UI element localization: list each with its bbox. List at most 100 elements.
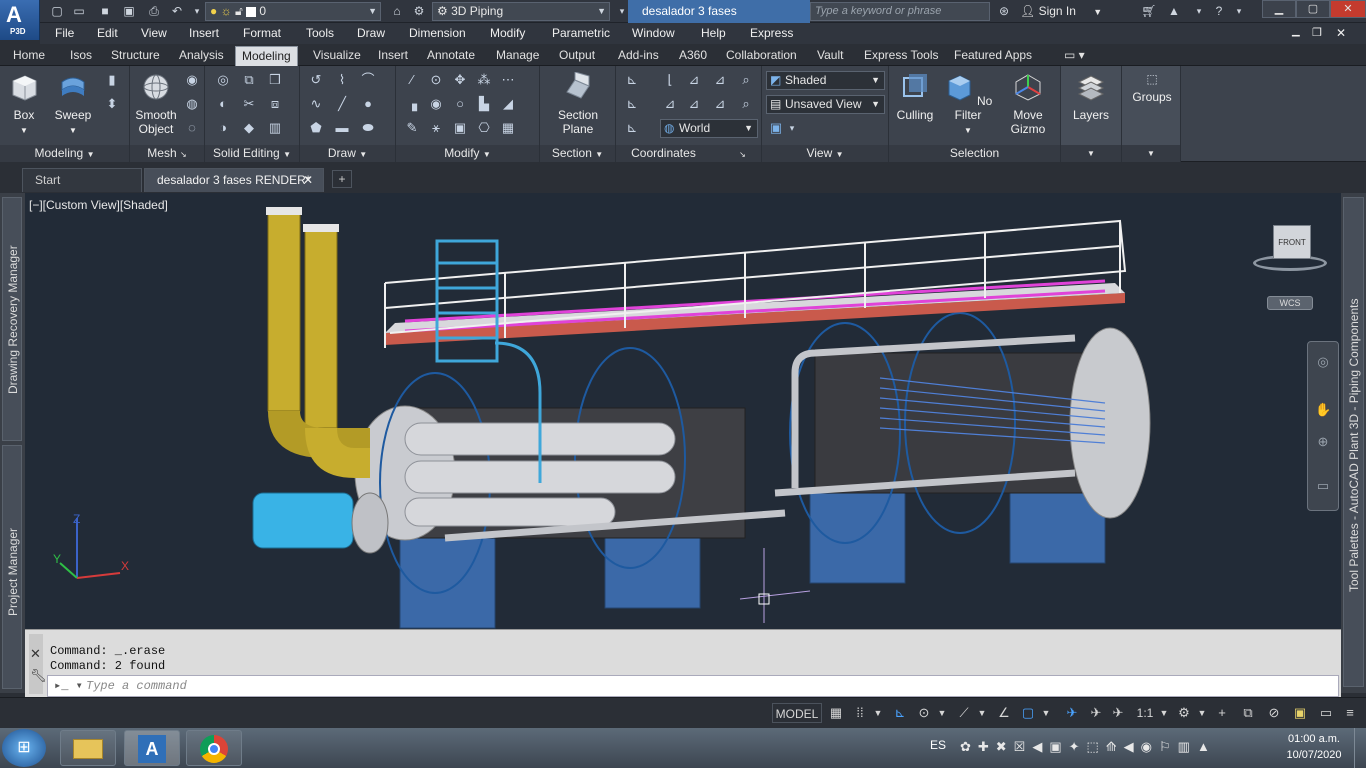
panel-title-section[interactable]: Section ▼: [540, 145, 615, 162]
spline-icon[interactable]: ∿: [308, 96, 324, 112]
layers-button[interactable]: Layers: [1065, 72, 1117, 122]
tab-visualize[interactable]: Visualize: [307, 46, 367, 66]
doc-restore-icon[interactable]: ❐: [1312, 26, 1322, 39]
command-prompt-icon[interactable]: ▸_ ▾: [54, 676, 83, 696]
steering-wheel-icon[interactable]: ◎: [1315, 354, 1331, 370]
command-input[interactable]: ▸_ ▾ Type a command: [47, 675, 1339, 697]
tab-annotate[interactable]: Annotate: [421, 46, 481, 66]
taskbar-plant3d[interactable]: A: [124, 730, 180, 766]
line-icon[interactable]: ╱: [334, 96, 350, 112]
polar-tracking-icon[interactable]: ⊙: [914, 703, 934, 723]
plot-icon[interactable]: ⎙: [145, 3, 163, 19]
tab-vault[interactable]: Vault: [811, 46, 849, 66]
intersect-icon[interactable]: ◑: [215, 120, 231, 136]
menu-tools[interactable]: Tools: [306, 26, 334, 40]
helix-icon[interactable]: ⌇: [334, 72, 350, 88]
project-manager-tab[interactable]: Project Manager: [2, 445, 22, 689]
tab-collaboration[interactable]: Collaboration: [720, 46, 803, 66]
ucs-3point-icon[interactable]: ⊿: [712, 72, 728, 88]
annotation-scale-icon[interactable]: ✈: [1108, 703, 1128, 723]
groups-button[interactable]: ⬚ Groups: [1124, 72, 1180, 104]
sign-in-button[interactable]: 👤︎ Sign In ▼: [1020, 4, 1102, 18]
ucs-icon[interactable]: ⊾: [624, 72, 640, 88]
workspace-switch-icon[interactable]: ⚙: [1174, 703, 1194, 723]
grid-icon[interactable]: ▦: [826, 703, 846, 723]
ribbon-toggle-icon[interactable]: ▭ ▾: [1058, 46, 1091, 66]
chevron-down-icon[interactable]: ▼: [1040, 703, 1052, 723]
section-plane-button[interactable]: Section Plane: [550, 71, 606, 136]
save-as-icon[interactable]: ▣: [120, 3, 138, 19]
start-button[interactable]: ⊞: [2, 729, 46, 767]
ucs-x-icon[interactable]: ⊿: [686, 72, 702, 88]
panel-expand-layers[interactable]: ▼: [1061, 145, 1121, 162]
help-icon[interactable]: ?: [1210, 3, 1228, 19]
subtract-icon[interactable]: ◐: [215, 96, 231, 112]
culling-button[interactable]: Culling: [891, 72, 939, 122]
menu-parametric[interactable]: Parametric: [552, 26, 610, 40]
drawing-recovery-manager-tab[interactable]: Drawing Recovery Manager: [2, 197, 22, 441]
sweep-button[interactable]: Sweep ▼: [50, 72, 96, 138]
rotate-icon[interactable]: ◉: [428, 96, 444, 112]
tool-palettes-tab[interactable]: Tool Palettes - AutoCAD Plant 3D - Pipin…: [1343, 197, 1364, 687]
thicken-icon[interactable]: ◆: [241, 120, 257, 136]
show-desktop-button[interactable]: [1354, 728, 1366, 768]
no-filter-button[interactable]: No Filter ▼: [941, 72, 995, 138]
binoculars-icon[interactable]: ⊛: [995, 3, 1013, 19]
chevron-down-icon[interactable]: ▼: [1196, 703, 1208, 723]
move-icon[interactable]: ✥: [452, 72, 468, 88]
close-button[interactable]: ✕: [1330, 0, 1366, 18]
visual-style-combo[interactable]: ◩ Shaded ▼: [766, 71, 885, 90]
ucs-view-icon[interactable]: ⌕: [738, 72, 754, 88]
menu-draw[interactable]: Draw: [357, 26, 385, 40]
panel-title-draw[interactable]: Draw ▼: [300, 145, 395, 162]
application-menu-button[interactable]: A P3D: [0, 0, 40, 40]
move-gizmo-button[interactable]: Move Gizmo: [1001, 72, 1055, 136]
doc-close-icon[interactable]: ✕: [1336, 26, 1346, 40]
menu-view[interactable]: View: [141, 26, 167, 40]
tab-isos[interactable]: Isos: [64, 46, 98, 66]
panel-title-solid-editing[interactable]: Solid Editing ▼: [205, 145, 299, 162]
ucs-world-icon[interactable]: ⌊: [662, 72, 678, 88]
pan-icon[interactable]: ✋: [1315, 402, 1331, 418]
ucs-zaxis-icon[interactable]: ⊿: [712, 96, 728, 112]
tab-start[interactable]: Start: [22, 168, 142, 192]
drawing-viewport[interactable]: [−][Custom View][Shaded] Z X Y FRONT WCS…: [25, 193, 1341, 629]
annotation-monitor-icon[interactable]: +: [1212, 703, 1232, 723]
menu-dimension[interactable]: Dimension: [409, 26, 466, 40]
input-language[interactable]: ES: [930, 738, 946, 752]
rectangle-icon[interactable]: ▬: [334, 120, 350, 136]
menu-format[interactable]: Format: [243, 26, 281, 40]
3d-rotate-icon[interactable]: ○: [452, 96, 468, 112]
union-icon[interactable]: ◎: [215, 72, 231, 88]
chevron-down-icon[interactable]: ▼: [976, 703, 988, 723]
presspull-icon[interactable]: ⬍: [104, 96, 120, 112]
workspace-combo[interactable]: ⚙ 3D Piping ▼: [432, 2, 610, 21]
panel-title-selection[interactable]: Selection: [889, 145, 1060, 162]
refine-mesh-icon[interactable]: ◌: [184, 120, 200, 136]
ucs-z-icon[interactable]: ⊿: [662, 96, 678, 112]
autodesk-exchange-icon[interactable]: ▲: [1165, 3, 1183, 19]
panel-title-mesh[interactable]: Mesh ↘: [130, 145, 204, 162]
taskbar-chrome[interactable]: [186, 730, 242, 766]
taskbar-explorer[interactable]: [60, 730, 116, 766]
customization-icon[interactable]: ≡: [1340, 703, 1360, 723]
save-icon[interactable]: ■: [96, 3, 114, 19]
array-icon[interactable]: ▣: [452, 120, 468, 136]
ortho-icon[interactable]: ⊾: [890, 703, 910, 723]
menu-modify[interactable]: Modify: [490, 26, 525, 40]
region-icon[interactable]: ⬬: [360, 120, 376, 136]
mirror-icon[interactable]: ⋯: [500, 72, 516, 88]
clock-date[interactable]: 10/07/2020: [1282, 749, 1346, 761]
object-snap-tracking-icon[interactable]: ∠: [994, 703, 1014, 723]
tray-icons[interactable]: ✿✚✖☒◀▣✦⬚⟰◀◉⚐▥▲: [960, 739, 1217, 755]
arc-icon[interactable]: ↺: [308, 72, 324, 88]
circle-icon[interactable]: ●: [360, 96, 376, 112]
chevron-down-icon[interactable]: ▼: [1158, 703, 1170, 723]
undo-icon[interactable]: ↶: [168, 3, 186, 19]
3d-move-icon[interactable]: ⁂: [476, 72, 492, 88]
orbit-icon[interactable]: ⊕: [1315, 434, 1331, 450]
wcs-menu-button[interactable]: WCS: [1267, 296, 1313, 310]
match-properties-icon[interactable]: ⌂: [388, 3, 406, 19]
chevron-down-icon[interactable]: ▼: [936, 703, 948, 723]
tab-home[interactable]: Home: [7, 46, 51, 66]
